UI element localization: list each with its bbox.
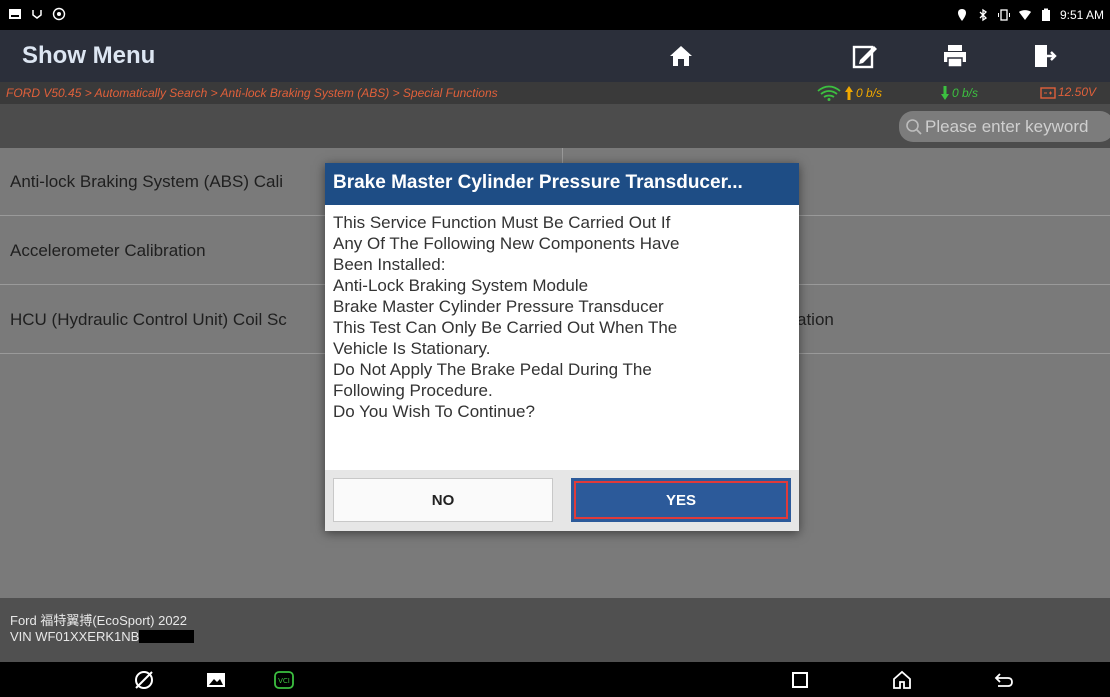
yes-button[interactable]: YES [571, 478, 791, 522]
highlight-outline [574, 481, 788, 519]
dialog-line: Vehicle Is Stationary. [333, 339, 491, 358]
dialog-line: Do Not Apply The Brake Pedal During The [333, 360, 652, 379]
upload-rate: 0 b/s [816, 85, 882, 101]
edit-button[interactable] [816, 32, 914, 80]
search-input[interactable]: Please enter keyword [899, 111, 1110, 142]
exit-button[interactable] [996, 32, 1094, 80]
system-nav-bar: VCI [0, 662, 1110, 697]
dialog-line: Been Installed: [333, 255, 446, 274]
dialog-actions: NO YES [325, 470, 799, 531]
download-rate: 0 b/s [940, 85, 978, 101]
dialog-line: Anti-Lock Braking System Module [333, 276, 589, 295]
vin-row: VIN WF01XXERK1NB [10, 629, 195, 644]
battery-voltage: 12.50V [1040, 85, 1096, 99]
notification-icons [8, 7, 66, 21]
edit-icon [852, 45, 877, 69]
download-arrow-icon [941, 86, 949, 100]
dialog-title: Brake Master Cylinder Pressure Transduce… [325, 163, 799, 205]
notification-icon [9, 9, 21, 19]
exit-icon [1035, 45, 1057, 67]
dialog-line: Brake Master Cylinder Pressure Transduce… [333, 297, 664, 316]
vpn-icon [52, 7, 66, 21]
gallery-icon[interactable] [204, 668, 228, 692]
print-icon [944, 45, 966, 68]
wifi-icon [1018, 10, 1031, 20]
home-button[interactable] [632, 32, 730, 80]
browser-icon[interactable] [132, 668, 156, 692]
breadcrumb-bar: FORD V50.45 > Automatically Search > Ant… [0, 82, 1110, 104]
dialog-line: This Service Function Must Be Carried Ou… [333, 213, 671, 232]
vin: VIN WF01XXERK1NB [10, 629, 140, 644]
page-title: Show Menu [22, 42, 156, 69]
search-icon [906, 118, 922, 135]
confirm-dialog: Brake Master Cylinder Pressure Transduce… [325, 163, 799, 531]
usb-debug-icon [32, 10, 42, 19]
dialog-line: Any Of The Following New Components Have [333, 234, 680, 253]
recents-icon[interactable] [788, 668, 812, 692]
print-button[interactable] [906, 32, 1004, 80]
vin-redaction [139, 630, 195, 643]
search-placeholder: Please enter keyword [925, 116, 1089, 136]
home-icon [670, 46, 692, 66]
vci-icon[interactable]: VCI [272, 668, 296, 692]
status-bar: 9:51 AM [0, 0, 1110, 30]
home-nav-icon[interactable] [890, 668, 914, 692]
dialog-message: This Service Function Must Be Carried Ou… [325, 205, 799, 470]
search-row: Please enter keyword [0, 104, 1110, 148]
car-battery-icon [1040, 87, 1056, 99]
breadcrumb: FORD V50.45 > Automatically Search > Ant… [6, 86, 498, 100]
back-icon[interactable] [992, 668, 1016, 692]
clock: 9:51 AM [1059, 8, 1104, 22]
vehicle-name: Ford 福特翼搏(EcoSport) 2022 [10, 613, 188, 628]
no-button[interactable]: NO [333, 478, 553, 522]
location-icon [957, 9, 966, 21]
bluetooth-icon [979, 8, 987, 22]
vehicle-info: Ford 福特翼搏(EcoSport) 2022 VIN WF01XXERK1N… [0, 598, 1110, 662]
dialog-line: Do You Wish To Continue? [333, 402, 535, 421]
dialog-line: This Test Can Only Be Carried Out When T… [333, 318, 678, 337]
upload-arrow-icon [845, 86, 853, 100]
svg-text:VCI: VCI [278, 677, 290, 685]
battery-icon [1041, 8, 1050, 21]
app-bar: Show Menu [0, 30, 1110, 82]
vibrate-icon [997, 9, 1010, 21]
wifi-signal-icon [817, 85, 841, 101]
dialog-line: Following Procedure. [333, 381, 493, 400]
